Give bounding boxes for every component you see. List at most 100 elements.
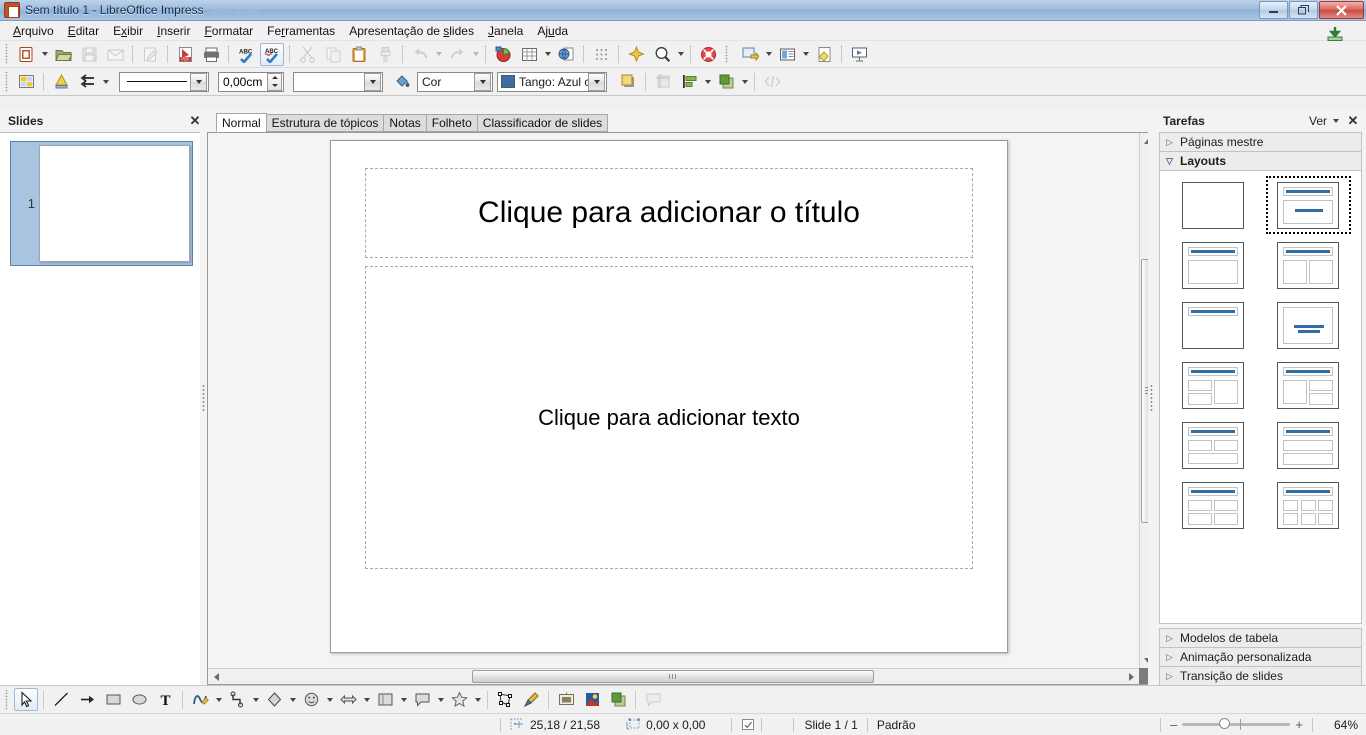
zoom-percent[interactable]: 64% xyxy=(1322,718,1366,732)
display-views-button[interactable] xyxy=(14,70,38,93)
layout-two-top-one-bottom[interactable] xyxy=(1168,419,1258,471)
hyperlink-button[interactable] xyxy=(554,43,578,66)
rectangle-tool-button[interactable] xyxy=(101,688,125,711)
menu-ferramentas[interactable]: Ferramentas xyxy=(260,22,342,40)
block-arrows-tool-button[interactable] xyxy=(336,688,360,711)
canvas-horizontal-scrollbar[interactable] xyxy=(208,668,1139,684)
menu-arquivo[interactable]: Arquivo xyxy=(6,22,61,40)
slide-page[interactable]: Clique para adicionar o título Clique pa… xyxy=(330,140,1008,653)
layout-title-content[interactable] xyxy=(1264,176,1354,234)
cut-button[interactable] xyxy=(295,43,319,66)
line-width-stepper[interactable] xyxy=(267,72,282,91)
autospellcheck-button[interactable]: ABC xyxy=(260,42,284,66)
horizontal-scroll-thumb[interactable] xyxy=(472,670,874,683)
line-width-spinner[interactable]: 0,00cm xyxy=(218,71,284,92)
content-placeholder[interactable]: Clique para adicionar texto xyxy=(365,266,973,569)
basic-shapes-tool-button[interactable] xyxy=(262,688,286,711)
new-slide-button[interactable] xyxy=(738,43,762,66)
zoom-slider[interactable]: – + xyxy=(1170,717,1303,732)
connector-tool-dropdown[interactable] xyxy=(250,688,261,711)
scroll-right-button[interactable] xyxy=(1123,669,1139,684)
slides-panel-splitter[interactable] xyxy=(200,110,207,685)
line-color-dropdown-arrow[interactable] xyxy=(364,72,381,91)
layout-six-content[interactable] xyxy=(1264,479,1354,531)
curve-tool-button[interactable] xyxy=(188,688,212,711)
stars-dropdown[interactable] xyxy=(472,688,483,711)
glue-points-tool-button[interactable] xyxy=(519,688,543,711)
fill-style-dropdown-arrow[interactable] xyxy=(474,72,491,91)
tasks-section-animacao-personalizada[interactable]: ▷ Animação personalizada xyxy=(1159,647,1362,667)
curve-tool-dropdown[interactable] xyxy=(213,688,224,711)
menu-formatar[interactable]: Formatar xyxy=(197,22,260,40)
ellipse-tool-button[interactable] xyxy=(127,688,151,711)
layout-centered-text[interactable] xyxy=(1264,299,1354,351)
restore-button[interactable] xyxy=(1289,1,1318,19)
interaction-tool-button[interactable] xyxy=(641,688,665,711)
menu-inserir[interactable]: Inserir xyxy=(150,22,197,40)
slide-layout-dropdown[interactable] xyxy=(800,43,811,66)
fill-bucket-icon[interactable] xyxy=(390,70,414,93)
layouts-list[interactable] xyxy=(1159,170,1362,624)
align-objects-dropdown[interactable] xyxy=(702,70,713,93)
shadow-button[interactable] xyxy=(616,70,640,93)
zoom-track[interactable] xyxy=(1182,718,1291,730)
redo-button[interactable] xyxy=(445,43,469,66)
redo-dropdown[interactable] xyxy=(470,43,481,66)
gallery-tool-button[interactable] xyxy=(580,688,604,711)
menu-apresentacao-de-slides[interactable]: Apresentação de slides xyxy=(342,22,481,40)
fill-color-dropdown-arrow[interactable] xyxy=(588,72,605,91)
block-arrows-dropdown[interactable] xyxy=(361,688,372,711)
tab-estrutura-de-topicos[interactable]: Estrutura de tópicos xyxy=(265,114,385,132)
stars-tool-button[interactable] xyxy=(447,688,471,711)
from-file-tool-button[interactable] xyxy=(554,688,578,711)
flowchart-dropdown[interactable] xyxy=(398,688,409,711)
line-arrow-tool-button[interactable] xyxy=(75,688,99,711)
arrange-button[interactable] xyxy=(714,70,738,93)
tasks-view-dropdown-icon[interactable] xyxy=(1330,114,1342,128)
tasks-panel-splitter[interactable] xyxy=(1148,110,1155,685)
zoom-knob[interactable] xyxy=(1219,718,1231,729)
start-slideshow-button[interactable] xyxy=(847,43,871,66)
slide-design-button[interactable] xyxy=(812,43,836,66)
layout-one-left-two-right[interactable] xyxy=(1264,359,1354,411)
basic-shapes-dropdown[interactable] xyxy=(287,688,298,711)
copy-button[interactable] xyxy=(321,43,345,66)
scroll-left-button[interactable] xyxy=(208,669,224,684)
new-slide-dropdown[interactable] xyxy=(763,43,774,66)
table-button[interactable] xyxy=(517,43,541,66)
open-document-button[interactable] xyxy=(51,43,75,66)
menu-editar[interactable]: Editar xyxy=(61,22,106,40)
slide-thumbnail-1[interactable]: 1 xyxy=(10,141,193,266)
slide-layout-button[interactable] xyxy=(775,43,799,66)
toolbar-grip[interactable] xyxy=(3,44,11,64)
layout-title-two-content[interactable] xyxy=(1264,239,1354,291)
save-document-button[interactable] xyxy=(77,43,101,66)
new-document-dropdown[interactable] xyxy=(39,43,50,66)
line-style-warning-icon[interactable] xyxy=(49,70,73,93)
tasks-section-layouts[interactable]: ▽ Layouts xyxy=(1159,151,1362,171)
layout-two-left-one-right[interactable] xyxy=(1168,359,1258,411)
tab-normal[interactable]: Normal xyxy=(216,113,267,132)
zoom-in-button[interactable]: + xyxy=(1295,717,1303,732)
symbol-shapes-tool-button[interactable] xyxy=(299,688,323,711)
menu-exibir[interactable]: Exibir xyxy=(106,22,150,40)
toolbar-grip-2[interactable] xyxy=(3,71,11,92)
callout-tool-button[interactable] xyxy=(410,688,434,711)
menu-janela[interactable]: Janela xyxy=(481,22,530,40)
close-button[interactable] xyxy=(1319,1,1364,19)
crop-image-button[interactable] xyxy=(651,70,675,93)
paste-button[interactable] xyxy=(347,43,371,66)
text-tool-button[interactable]: T xyxy=(153,688,177,711)
zoom-out-button[interactable]: – xyxy=(1170,717,1177,732)
line-tool-button[interactable] xyxy=(49,688,73,711)
help-button[interactable] xyxy=(696,43,720,66)
tasks-panel-close-icon[interactable]: ✕ xyxy=(1346,113,1360,128)
layout-blank-slide[interactable] xyxy=(1168,179,1258,231)
minimize-button[interactable] xyxy=(1259,1,1288,19)
new-document-button[interactable] xyxy=(14,43,38,66)
tab-classificador-de-slides[interactable]: Classificador de slides xyxy=(476,114,609,132)
modified-status[interactable] xyxy=(741,718,761,731)
rotate-tool-button[interactable] xyxy=(606,688,630,711)
table-dropdown[interactable] xyxy=(542,43,553,66)
tasks-section-modelos-de-tabela[interactable]: ▷ Modelos de tabela xyxy=(1159,628,1362,648)
